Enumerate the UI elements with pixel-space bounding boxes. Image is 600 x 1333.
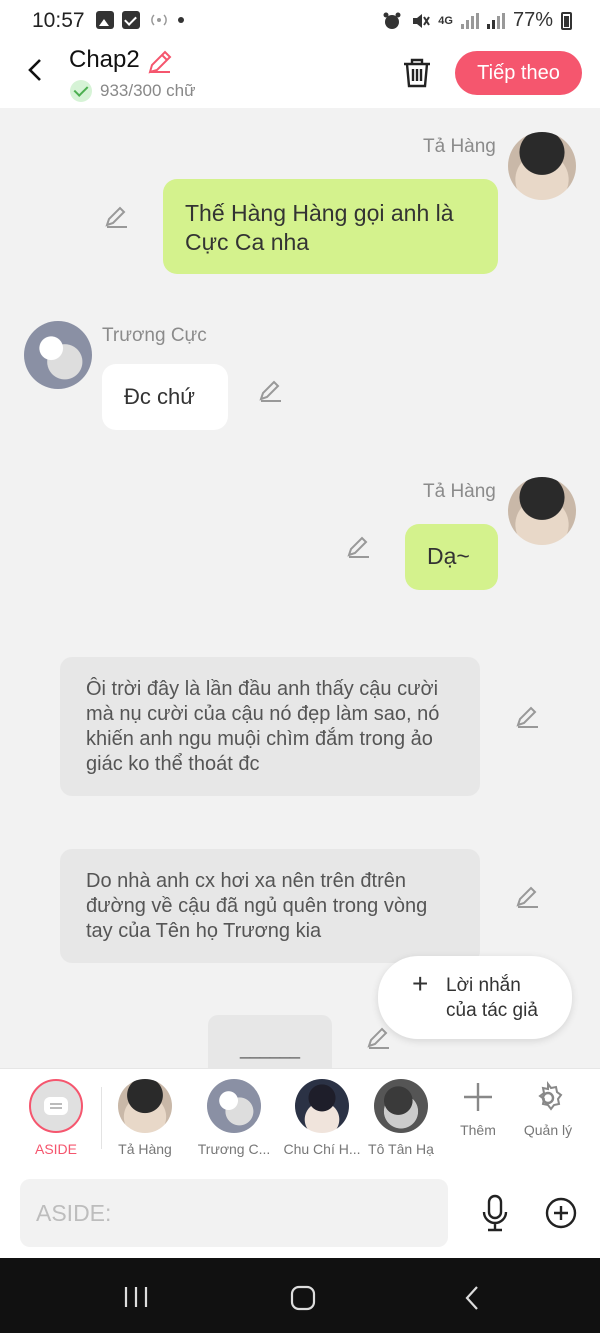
narration-block[interactable]: Do nhà anh cx hơi xa nên trên đtrên đườn… — [60, 849, 480, 963]
edit-narration-icon[interactable] — [515, 884, 541, 910]
word-count: 933/300 chữ — [70, 80, 196, 102]
next-button[interactable]: Tiếp theo — [455, 51, 582, 95]
narration-block-partial[interactable]: ______ — [208, 1015, 332, 1069]
add-label: Thêm — [460, 1122, 496, 1138]
add-circle-icon[interactable] — [544, 1196, 578, 1230]
avatar-ta-hang[interactable] — [508, 477, 576, 545]
message-bubble[interactable]: Thế Hàng Hàng gọi anh là Cực Ca nha — [163, 179, 498, 274]
edit-message-icon[interactable] — [104, 204, 130, 230]
character-name: Tả Hàng — [118, 1141, 172, 1157]
check-icon — [70, 80, 92, 102]
message-bubble[interactable]: Đc chứ — [102, 364, 228, 430]
character-name: ASIDE — [34, 1141, 77, 1157]
home-icon[interactable] — [289, 1284, 317, 1312]
manage-label: Quản lý — [523, 1122, 573, 1138]
battery-percent: 77% — [512, 9, 553, 31]
more-notifications-icon — [178, 17, 184, 23]
chapter-title: Chap2 — [69, 46, 140, 73]
sender-name: Tả Hàng — [423, 136, 496, 157]
signal-icon-2 — [486, 12, 505, 29]
mute-icon — [413, 13, 431, 28]
microphone-icon[interactable] — [479, 1194, 511, 1234]
avatar-truong-cuc[interactable] — [24, 321, 92, 389]
character-name: Chu Chí H... — [283, 1141, 361, 1157]
alarm-icon — [383, 12, 401, 29]
author-note-label-line1: Lời nhắn — [446, 974, 521, 996]
avatar — [207, 1079, 261, 1133]
gallery-notification-icon — [96, 11, 114, 29]
character-bar: ASIDE Tả Hàng Trương C... Chu Chí H... T… — [0, 1068, 600, 1170]
message-bubble[interactable]: Dạ~ — [405, 524, 498, 590]
back-nav-icon[interactable] — [462, 1284, 482, 1312]
gear-icon — [538, 1081, 563, 1111]
manage-button[interactable]: Quản lý — [513, 1081, 583, 1138]
network-type: 4G — [438, 14, 453, 27]
edit-title-icon[interactable] — [146, 48, 174, 76]
avatar — [374, 1079, 428, 1133]
avatar — [118, 1079, 172, 1133]
plus-icon — [464, 1083, 492, 1111]
input-bar — [0, 1170, 600, 1258]
edit-narration-icon[interactable] — [515, 704, 541, 730]
system-nav-bar — [0, 1258, 600, 1333]
avatar-ta-hang[interactable] — [508, 132, 576, 200]
plus-icon: + — [412, 968, 429, 999]
character-ta-hang[interactable]: Tả Hàng — [100, 1079, 190, 1157]
recent-apps-icon[interactable] — [122, 1285, 150, 1309]
hotspot-icon — [151, 14, 167, 26]
aside-icon — [29, 1079, 83, 1133]
character-aside[interactable]: ASIDE — [11, 1079, 101, 1157]
character-truong-cuc[interactable]: Trương C... — [189, 1079, 279, 1157]
status-bar: 10:57 4G 77% — [0, 0, 600, 44]
word-count-text: 933/300 chữ — [100, 81, 196, 100]
task-notification-icon — [122, 11, 140, 29]
author-note-button[interactable]: + Lời nhắn của tác giả — [378, 956, 572, 1039]
character-name: Trương C... — [197, 1141, 271, 1157]
author-note-label-line2: của tác giả — [446, 999, 538, 1021]
narration-block[interactable]: Ôi trời đây là lần đầu anh thấy cậu cười… — [60, 657, 480, 796]
avatar — [295, 1079, 349, 1133]
edit-narration-icon[interactable] — [366, 1025, 392, 1051]
delete-icon[interactable] — [400, 57, 434, 89]
status-time: 10:57 — [32, 9, 85, 32]
edit-message-icon[interactable] — [258, 378, 284, 404]
sender-name: Trương Cực — [102, 325, 207, 346]
battery-icon — [561, 11, 572, 30]
signal-icon — [460, 12, 479, 29]
character-chu-chi-h[interactable]: Chu Chí H... — [277, 1079, 367, 1157]
back-arrow-icon[interactable] — [22, 56, 50, 84]
edit-message-icon[interactable] — [346, 534, 372, 560]
sender-name: Tả Hàng — [423, 481, 496, 502]
add-character-button[interactable]: Thêm — [443, 1081, 513, 1138]
character-to-tan-ha[interactable]: Tô Tân Hạ — [365, 1079, 437, 1157]
app-header: Chap2 933/300 chữ Tiếp theo — [0, 44, 600, 108]
character-name: Tô Tân Hạ — [368, 1141, 434, 1157]
message-input[interactable] — [20, 1179, 448, 1247]
